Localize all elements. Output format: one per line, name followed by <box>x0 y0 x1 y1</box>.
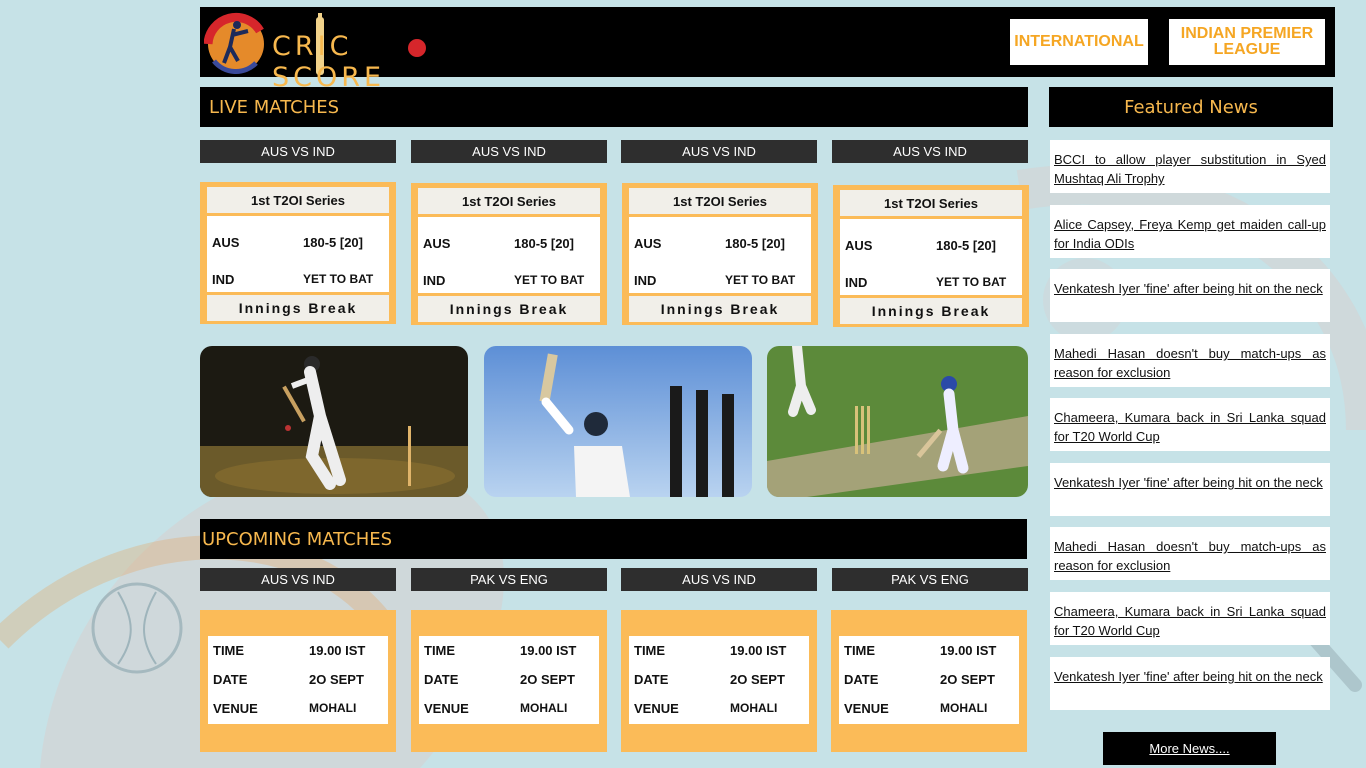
detail-label: DATE <box>424 672 459 687</box>
upcoming-matches-heading: UPCOMING MATCHES <box>200 519 1027 559</box>
score-table: AUS 180-5 [20] IND YET TO BAT <box>840 219 1022 295</box>
team-score: 180-5 [20] <box>303 235 363 250</box>
detail-label: VENUE <box>424 701 469 716</box>
detail-label: VENUE <box>213 701 258 716</box>
live-score-card[interactable]: 1st T2OI Series AUS 180-5 [20] IND YET TO … <box>411 183 607 325</box>
detail-label: DATE <box>634 672 669 687</box>
match-date: 2O SEPT <box>309 672 364 687</box>
detail-label: TIME <box>844 643 876 658</box>
series-name: 1st T2OI Series <box>418 188 600 214</box>
team-name: IND <box>634 273 657 288</box>
detail-label: TIME <box>634 643 666 658</box>
live-score-card[interactable]: 1st T2OI Series AUS 180-5 [20] IND YET TO … <box>200 182 396 324</box>
upcoming-match-card[interactable]: TIME 19.00 IST DATE 2O SEPT VENUE MOHALI <box>831 610 1027 752</box>
match-date: 2O SEPT <box>520 672 575 687</box>
news-link[interactable]: Mahedi Hasan doesn't buy match-ups as re… <box>1050 334 1330 387</box>
nav-indian-premier-league[interactable]: INDIAN PREMIER LEAGUE <box>1169 19 1325 65</box>
news-link[interactable]: BCCI to allow player substitution in Sye… <box>1050 140 1330 193</box>
team-score: YET TO BAT <box>303 272 374 286</box>
series-name: 1st T2OI Series <box>840 190 1022 216</box>
score-table: AUS 180-5 [20] IND YET TO BAT <box>629 217 811 293</box>
live-match-header[interactable]: AUS VS IND <box>411 140 607 163</box>
team-name: AUS <box>845 238 873 253</box>
match-time: 19.00 IST <box>520 643 577 658</box>
detail-label: VENUE <box>634 701 679 716</box>
upcoming-match-header[interactable]: PAK VS ENG <box>832 568 1028 591</box>
match-date: 2O SEPT <box>940 672 995 687</box>
top-header: CRIC SCORE INTERNATIONAL INDIAN PREMIER … <box>200 7 1335 93</box>
news-link[interactable]: Alice Capsey, Freya Kemp get maiden call… <box>1050 205 1330 258</box>
news-link[interactable]: Venkatesh Iyer 'fine' after being hit on… <box>1050 463 1330 516</box>
cricket-photo-pitch-action <box>767 346 1028 497</box>
team-name: AUS <box>212 235 240 250</box>
live-match-header[interactable]: AUS VS IND <box>200 140 396 163</box>
live-match-header[interactable]: AUS VS IND <box>832 140 1028 163</box>
team-score: 180-5 [20] <box>514 236 574 251</box>
series-name: 1st T2OI Series <box>629 188 811 214</box>
team-name: IND <box>845 275 868 290</box>
match-status: Innings Break <box>840 298 1022 324</box>
match-status: Innings Break <box>418 296 600 322</box>
match-time: 19.00 IST <box>940 643 997 658</box>
match-details-table: TIME 19.00 IST DATE 2O SEPT VENUE MOHALI <box>839 636 1019 724</box>
upcoming-match-header[interactable]: AUS VS IND <box>200 568 396 591</box>
match-venue: MOHALI <box>520 701 568 715</box>
news-link[interactable]: Chameera, Kumara back in Sri Lanka squad… <box>1050 398 1330 451</box>
team-name: AUS <box>634 236 662 251</box>
team-score: YET TO BAT <box>514 273 585 287</box>
live-matches-heading: LIVE MATCHES <box>200 87 1028 127</box>
series-name: 1st T2OI Series <box>207 187 389 213</box>
cricket-photo-batsman-celebrating <box>484 346 752 497</box>
live-score-card[interactable]: 1st T2OI Series AUS 180-5 [20] IND YET TO … <box>622 183 818 325</box>
team-score: 180-5 [20] <box>725 236 785 251</box>
team-name: IND <box>212 272 235 287</box>
upcoming-match-header[interactable]: AUS VS IND <box>621 568 817 591</box>
team-score: YET TO BAT <box>725 273 796 287</box>
match-time: 19.00 IST <box>730 643 787 658</box>
detail-label: VENUE <box>844 701 889 716</box>
match-details-table: TIME 19.00 IST DATE 2O SEPT VENUE MOHALI <box>208 636 388 724</box>
upcoming-match-card[interactable]: TIME 19.00 IST DATE 2O SEPT VENUE MOHALI <box>621 610 817 752</box>
more-news-button[interactable]: More News.... <box>1103 732 1276 765</box>
detail-label: DATE <box>844 672 879 687</box>
live-match-header[interactable]: AUS VS IND <box>621 140 817 163</box>
score-table: AUS 180-5 [20] IND YET TO BAT <box>207 216 389 292</box>
detail-label: TIME <box>424 643 456 658</box>
match-details-table: TIME 19.00 IST DATE 2O SEPT VENUE MOHALI <box>419 636 599 724</box>
match-venue: MOHALI <box>940 701 988 715</box>
team-score: 180-5 [20] <box>936 238 996 253</box>
match-venue: MOHALI <box>730 701 778 715</box>
news-link[interactable]: Venkatesh Iyer 'fine' after being hit on… <box>1050 657 1330 710</box>
team-name: IND <box>423 273 446 288</box>
team-name: AUS <box>423 236 451 251</box>
featured-news-heading: Featured News <box>1049 87 1333 127</box>
match-status: Innings Break <box>207 295 389 321</box>
cricket-photo-batsman-defending <box>200 346 468 497</box>
logo-text: CRIC SCORE <box>272 31 386 93</box>
upcoming-match-card[interactable]: TIME 19.00 IST DATE 2O SEPT VENUE MOHALI <box>411 610 607 752</box>
score-table: AUS 180-5 [20] IND YET TO BAT <box>418 217 600 293</box>
match-status: Innings Break <box>629 296 811 322</box>
news-link[interactable]: Chameera, Kumara back in Sri Lanka squad… <box>1050 592 1330 645</box>
site-logo[interactable]: CRIC SCORE <box>203 11 469 93</box>
live-score-card[interactable]: 1st T2OI Series AUS 180-5 [20] IND YET TO … <box>833 185 1029 327</box>
match-time: 19.00 IST <box>309 643 366 658</box>
upcoming-match-card[interactable]: TIME 19.00 IST DATE 2O SEPT VENUE MOHALI <box>200 610 396 752</box>
match-date: 2O SEPT <box>730 672 785 687</box>
nav-international[interactable]: INTERNATIONAL <box>1010 19 1148 65</box>
news-link[interactable]: Mahedi Hasan doesn't buy match-ups as re… <box>1050 527 1330 580</box>
match-venue: MOHALI <box>309 701 357 715</box>
detail-label: TIME <box>213 643 245 658</box>
match-details-table: TIME 19.00 IST DATE 2O SEPT VENUE MOHALI <box>629 636 809 724</box>
team-score: YET TO BAT <box>936 275 1007 289</box>
upcoming-match-header[interactable]: PAK VS ENG <box>411 568 607 591</box>
news-link[interactable]: Venkatesh Iyer 'fine' after being hit on… <box>1050 269 1330 322</box>
detail-label: DATE <box>213 672 248 687</box>
